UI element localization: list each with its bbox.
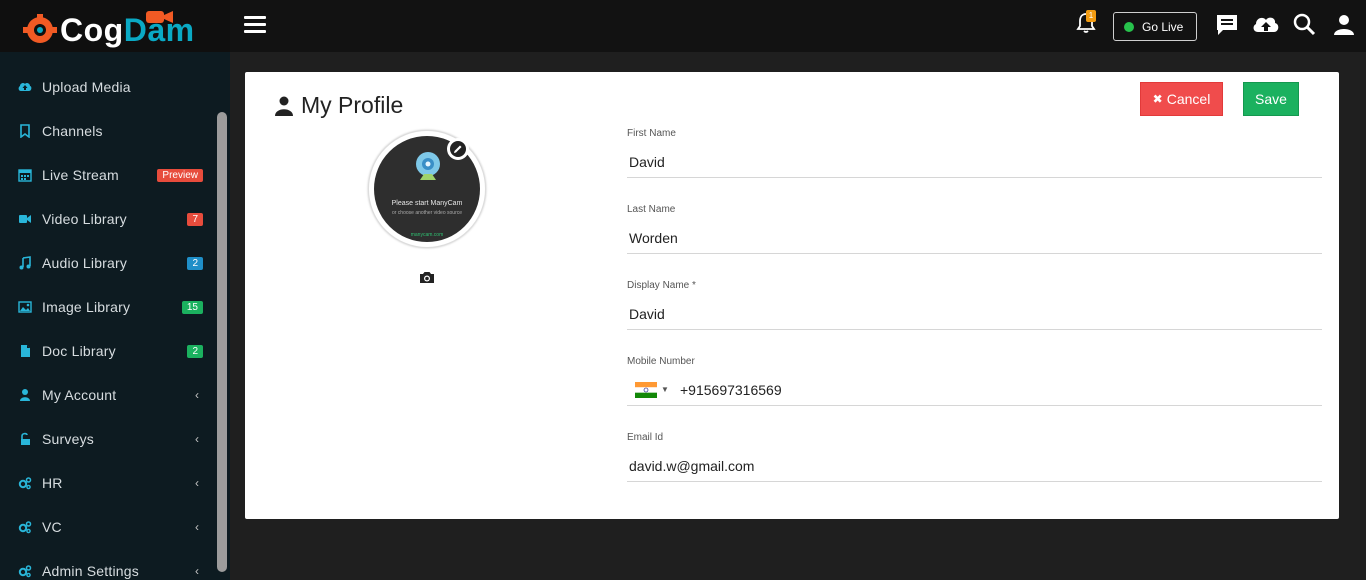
last-name-field: Last Name — [627, 204, 1322, 262]
pencil-icon — [450, 141, 466, 157]
chevron-left-icon: ‹ — [195, 388, 199, 402]
email-label: Email Id — [627, 432, 664, 443]
bookmark-icon — [20, 124, 30, 138]
avatar-subtext: or choose another video source — [391, 210, 463, 216]
chat-icon[interactable] — [1214, 12, 1240, 38]
avatar-message: Please start ManyCam — [391, 200, 463, 207]
india-flag-icon[interactable] — [635, 382, 657, 398]
video-camera-icon — [19, 215, 31, 223]
music-icon — [19, 256, 31, 270]
sidebar-item-video-library[interactable]: Video Library 7 — [0, 197, 215, 241]
close-icon: ✖ — [1152, 92, 1163, 106]
logo-icon — [23, 14, 57, 43]
calendar-icon — [18, 169, 32, 182]
save-button[interactable]: Save — [1243, 82, 1299, 116]
document-icon — [21, 345, 30, 357]
top-bar: CogDam 1 Go Live — [0, 0, 1366, 52]
user-icon — [20, 389, 30, 401]
camera-logo-icon — [146, 11, 173, 23]
sidebar-item-label: My Account — [42, 387, 117, 403]
sidebar-item-admin-settings[interactable]: Admin Settings ‹ — [0, 549, 215, 580]
last-name-input[interactable] — [627, 222, 1322, 254]
page-title: My Profile — [275, 92, 403, 119]
first-name-field: First Name — [627, 128, 1322, 186]
sidebar-item-label: HR — [42, 475, 63, 491]
unlock-icon — [21, 432, 30, 445]
sidebar-item-surveys[interactable]: Surveys ‹ — [0, 417, 215, 461]
sidebar: Upload Media Channels Live Stream Previe… — [0, 52, 230, 580]
brand-part-1: Cog — [60, 12, 124, 48]
mobile-number-field: Mobile Number ▼ — [627, 356, 1322, 414]
email-field: Email Id — [627, 432, 1322, 490]
image-icon — [18, 301, 32, 313]
edit-avatar-button[interactable] — [447, 138, 469, 160]
cancel-label: Cancel — [1166, 91, 1211, 107]
sidebar-item-label: Video Library — [42, 211, 127, 227]
cancel-button[interactable]: ✖ Cancel — [1140, 82, 1223, 116]
logo-area: CogDam — [0, 0, 230, 52]
sidebar-item-label: Image Library — [42, 299, 131, 315]
menu-icon[interactable] — [244, 16, 266, 34]
sidebar-item-audio-library[interactable]: Audio Library 2 — [0, 241, 215, 285]
first-name-label: First Name — [627, 128, 676, 139]
sidebar-item-label: Surveys — [42, 431, 94, 447]
profile-panel: My Profile ✖ Cancel Save Please start Ma… — [245, 72, 1339, 519]
sidebar-item-label: Admin Settings — [42, 563, 139, 579]
avatar-link: manycam.com — [410, 232, 444, 238]
cogs-icon — [18, 477, 32, 490]
first-name-input[interactable] — [627, 146, 1322, 178]
user-icon — [275, 96, 293, 116]
sidebar-item-channels[interactable]: Channels — [0, 109, 215, 153]
mobile-number-label: Mobile Number — [627, 356, 695, 367]
sidebar-item-my-account[interactable]: My Account ‹ — [0, 373, 215, 417]
sidebar-item-vc[interactable]: VC ‹ — [0, 505, 215, 549]
count-badge: 15 — [181, 300, 203, 314]
sidebar-item-upload-media[interactable]: Upload Media — [0, 65, 215, 109]
sidebar-item-label: Audio Library — [42, 255, 128, 271]
count-badge: 2 — [187, 344, 203, 358]
notification-badge: 1 — [1086, 10, 1096, 22]
display-name-label: Display Name * — [627, 280, 696, 291]
cloud-upload-icon[interactable] — [1251, 12, 1281, 38]
sidebar-item-label: Live Stream — [42, 167, 119, 183]
sidebar-item-doc-library[interactable]: Doc Library 2 — [0, 329, 215, 373]
last-name-label: Last Name — [627, 204, 676, 215]
user-icon[interactable] — [1331, 12, 1357, 38]
go-live-button[interactable]: Go Live — [1113, 12, 1197, 41]
save-label: Save — [1255, 91, 1287, 107]
brand-name: CogDam — [60, 12, 195, 49]
preview-badge: Preview — [157, 168, 203, 182]
mobile-number-input[interactable] — [627, 374, 1322, 406]
display-name-field: Display Name * — [627, 280, 1322, 338]
cloud-upload-icon — [18, 82, 32, 91]
camera-icon[interactable] — [419, 270, 435, 284]
sidebar-item-label: Channels — [42, 123, 103, 139]
sidebar-item-label: Upload Media — [42, 79, 131, 95]
cogs-icon — [18, 521, 32, 534]
count-badge: 7 — [187, 212, 203, 226]
go-live-label: Go Live — [1142, 19, 1184, 34]
page-title-text: My Profile — [301, 92, 404, 118]
sidebar-item-image-library[interactable]: Image Library 15 — [0, 285, 215, 329]
display-name-input[interactable] — [627, 298, 1322, 330]
cogs-icon — [18, 565, 32, 578]
chevron-left-icon: ‹ — [195, 564, 199, 578]
sidebar-item-label: VC — [42, 519, 62, 535]
sidebar-item-hr[interactable]: HR ‹ — [0, 461, 215, 505]
chevron-left-icon: ‹ — [195, 476, 199, 490]
search-icon[interactable] — [1292, 12, 1318, 38]
webcam-icon — [416, 152, 440, 180]
live-status-dot — [1124, 21, 1134, 32]
sidebar-item-live-stream[interactable]: Live Stream Preview — [0, 153, 215, 197]
sidebar-scrollbar[interactable] — [217, 112, 227, 572]
email-input[interactable] — [627, 450, 1322, 482]
chevron-left-icon: ‹ — [195, 432, 199, 446]
chevron-left-icon: ‹ — [195, 520, 199, 534]
count-badge: 2 — [187, 256, 203, 270]
chevron-down-icon[interactable]: ▼ — [661, 385, 669, 394]
sidebar-item-label: Doc Library — [42, 343, 116, 359]
